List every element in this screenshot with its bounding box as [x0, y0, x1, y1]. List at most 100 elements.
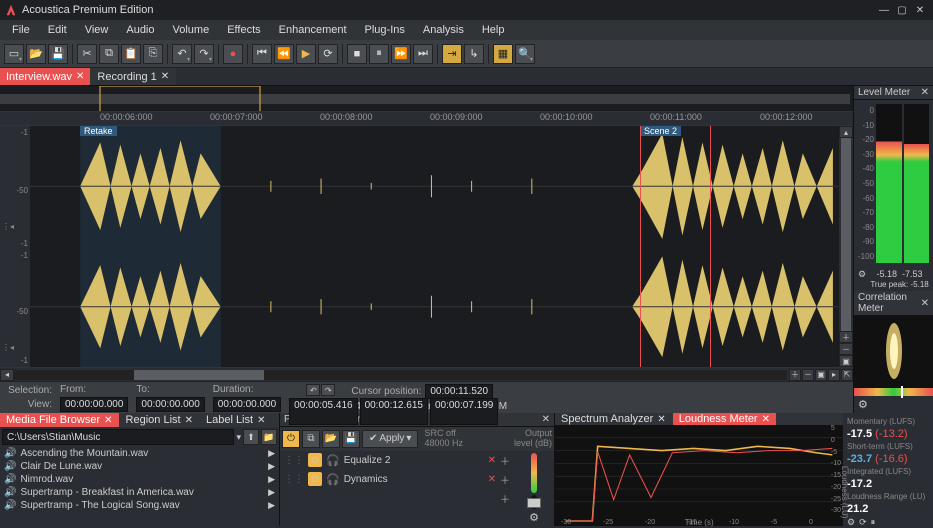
close-icon[interactable]: ✕: [76, 71, 84, 82]
tab-interview[interactable]: Interview.wav ✕: [0, 68, 91, 85]
drag-handle-icon[interactable]: ⋮⋮: [284, 455, 304, 466]
close-icon[interactable]: ✕: [542, 414, 550, 425]
file-item[interactable]: 🔊Nimrod.wav▶: [0, 473, 279, 486]
chain-copy-button[interactable]: ⧉: [302, 430, 320, 448]
vscroll-up[interactable]: ▴: [839, 126, 853, 138]
gear-icon[interactable]: ⚙: [858, 399, 868, 411]
menu-volume[interactable]: Volume: [165, 22, 218, 38]
cut-button[interactable]: ✂: [77, 44, 97, 64]
overview-waveform[interactable]: [0, 86, 853, 112]
close-icon[interactable]: ✕: [257, 415, 265, 426]
region-scene2[interactable]: Scene 2: [640, 126, 681, 136]
cursor-line[interactable]: [710, 126, 711, 367]
chain-effect-row[interactable]: ⋮⋮ ⏻ 🎧 Equalize 2 ✕ ＋: [280, 451, 514, 470]
headphone-icon[interactable]: 🎧: [326, 454, 340, 467]
marker-line[interactable]: [640, 126, 641, 367]
tab-region-list[interactable]: Region List✕: [120, 413, 200, 427]
vzoom-fit[interactable]: ▣: [839, 355, 853, 367]
remove-icon[interactable]: ✕: [488, 474, 496, 485]
swap-sel-button2[interactable]: ↷: [321, 384, 335, 396]
headphone-icon[interactable]: 🎧: [326, 473, 340, 486]
skip-end-button[interactable]: ⏭: [413, 44, 433, 64]
new-button[interactable]: ▭: [4, 44, 24, 64]
tab-loudness[interactable]: Loudness Meter✕: [673, 413, 777, 425]
channel-tools-icon[interactable]: ⋮◂: [2, 343, 14, 352]
hscroll-thumb[interactable]: [134, 370, 264, 380]
preview-play-icon[interactable]: ▶: [268, 448, 275, 459]
vscroll-thumb[interactable]: [841, 138, 851, 331]
channel-tools-icon[interactable]: ⋮◂: [2, 222, 14, 231]
sel-to-value[interactable]: 00:00:00.000: [136, 397, 204, 412]
tab-recording1[interactable]: Recording 1 ✕: [91, 68, 176, 85]
preview-play-icon[interactable]: ▶: [268, 487, 275, 498]
rewind-button[interactable]: ⏪: [274, 44, 294, 64]
up-folder-button[interactable]: ⬆: [243, 429, 259, 445]
close-icon[interactable]: ✕: [161, 71, 169, 82]
fader-track[interactable]: [531, 495, 537, 509]
view-to-value[interactable]: 00:00:12.615: [360, 398, 428, 425]
menu-audio[interactable]: Audio: [118, 22, 162, 38]
pause-button[interactable]: ⏸: [369, 44, 389, 64]
menu-view[interactable]: View: [77, 22, 117, 38]
add-icon[interactable]: ＋: [500, 491, 510, 506]
chain-apply-button[interactable]: ✔ Apply ▾: [362, 430, 418, 448]
reset-icon[interactable]: ⟳: [859, 517, 867, 528]
preview-play-icon[interactable]: ▶: [268, 500, 275, 511]
file-item[interactable]: 🔊Supertramp - The Logical Song.wav▶: [0, 499, 279, 512]
minimize-button[interactable]: —: [875, 3, 893, 17]
maximize-button[interactable]: ▢: [893, 3, 911, 17]
preview-play-icon[interactable]: ▶: [268, 474, 275, 485]
save-button[interactable]: 💾: [48, 44, 68, 64]
record-button[interactable]: ●: [223, 44, 243, 64]
stop-button[interactable]: ■: [347, 44, 367, 64]
effect-power-icon[interactable]: ⏻: [308, 472, 322, 486]
close-icon[interactable]: ✕: [921, 298, 929, 309]
chain-add-row[interactable]: ＋: [280, 489, 514, 508]
region-retake[interactable]: Retake: [80, 126, 117, 136]
drag-handle-icon[interactable]: ⋮⋮: [284, 474, 304, 485]
file-item[interactable]: 🔊Supertramp - Breakfast in America.wav▶: [0, 486, 279, 499]
menu-help[interactable]: Help: [474, 22, 513, 38]
path-input[interactable]: [2, 429, 234, 445]
hzoom-sel[interactable]: ⇱: [841, 369, 853, 381]
file-item[interactable]: 🔊Ascending the Mountain.wav▶: [0, 447, 279, 460]
menu-plugins[interactable]: Plug-Ins: [357, 22, 413, 38]
pause-icon[interactable]: ⏸: [871, 517, 876, 528]
close-icon[interactable]: ✕: [921, 87, 929, 98]
menu-analysis[interactable]: Analysis: [415, 22, 472, 38]
chain-save-button[interactable]: 💾: [342, 430, 360, 448]
hzoom-fit[interactable]: ▣: [815, 369, 827, 381]
loop-button[interactable]: ⟳: [318, 44, 338, 64]
hzoom-out[interactable]: －: [802, 369, 814, 381]
skip-start-button[interactable]: ⏮: [252, 44, 272, 64]
menu-enhancement[interactable]: Enhancement: [271, 22, 355, 38]
gear-icon[interactable]: ⚙: [847, 517, 855, 528]
menu-effects[interactable]: Effects: [219, 22, 268, 38]
remove-icon[interactable]: ✕: [488, 455, 496, 466]
hscroll-left[interactable]: ◂: [0, 369, 14, 381]
add-icon[interactable]: ＋: [500, 453, 510, 468]
tab-label-list[interactable]: Label List✕: [200, 413, 272, 427]
tab-spectrum[interactable]: Spectrum Analyzer✕: [555, 413, 673, 425]
fader-thumb[interactable]: [527, 498, 541, 508]
hzoom-in[interactable]: ＋: [789, 369, 801, 381]
file-item[interactable]: 🔊Clair De Lune.wav▶: [0, 460, 279, 473]
chain-open-button[interactable]: 📂: [322, 430, 340, 448]
close-button[interactable]: ✕: [911, 3, 929, 17]
view-from-value[interactable]: 00:00:05.416: [289, 398, 357, 425]
timeline-ruler[interactable]: 00:00:06:000 00:00:07:000 00:00:08:000 0…: [0, 112, 853, 126]
waveform-canvas[interactable]: Retake Scene 2: [30, 126, 853, 367]
scrub-button[interactable]: ⇥: [442, 44, 462, 64]
menu-edit[interactable]: Edit: [40, 22, 75, 38]
paste-button[interactable]: 📋: [121, 44, 141, 64]
gear-icon[interactable]: ⚙: [858, 269, 866, 280]
sel-from-value[interactable]: 00:00:00.000: [60, 397, 128, 412]
snap-button[interactable]: ▦: [493, 44, 513, 64]
new-folder-button[interactable]: 📁: [261, 429, 277, 445]
zoom-tool-button[interactable]: 🔍: [515, 44, 535, 64]
hscroll-right[interactable]: ▸: [828, 369, 840, 381]
preview-play-icon[interactable]: ▶: [268, 461, 275, 472]
add-icon[interactable]: ＋: [500, 472, 510, 487]
swap-sel-button[interactable]: ↶: [306, 384, 320, 396]
view-dur-value[interactable]: 00:00:07.199: [430, 398, 498, 425]
